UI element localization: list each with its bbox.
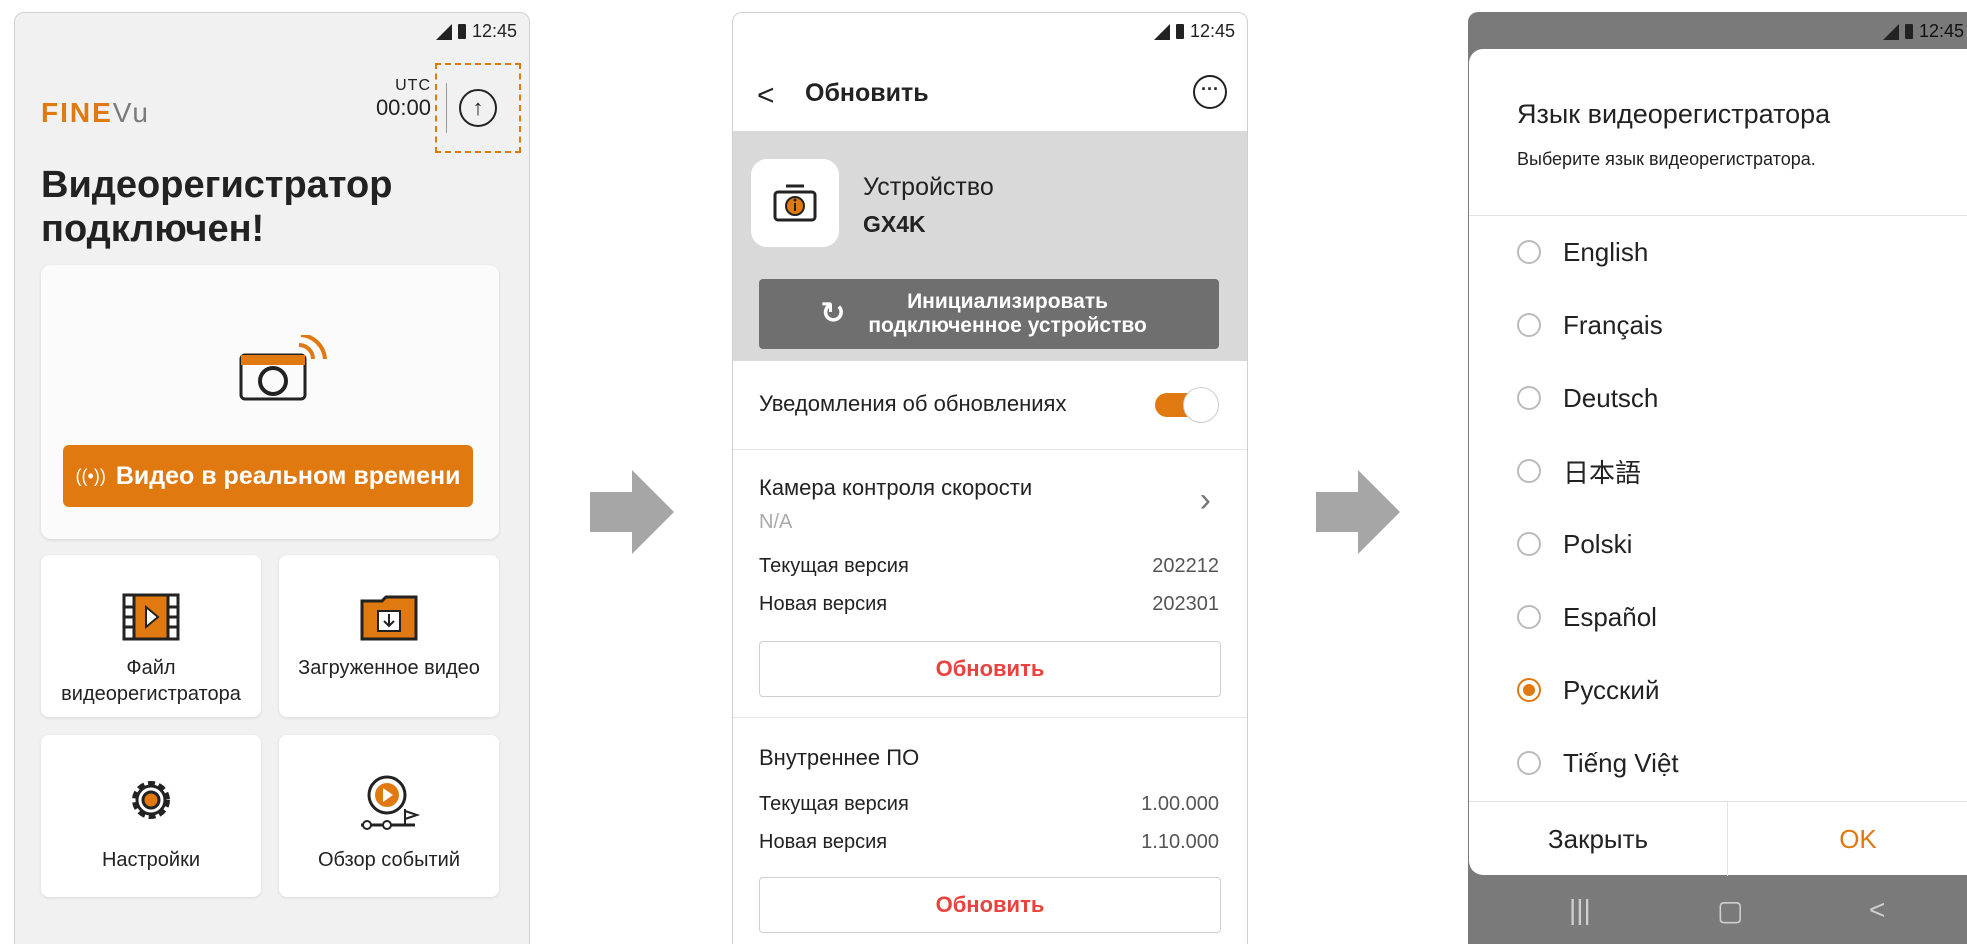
- back-chevron-icon[interactable]: <: [757, 79, 775, 113]
- language-option[interactable]: Español: [1517, 592, 1657, 642]
- chevron-right-icon[interactable]: ›: [1200, 481, 1211, 520]
- status-bar: 12:45: [1883, 21, 1964, 42]
- status-bar: 12:45: [1153, 21, 1235, 42]
- language-option[interactable]: Polski: [1517, 519, 1632, 569]
- battery-icon: [1175, 24, 1184, 39]
- signal-icon: [1153, 23, 1170, 40]
- new-version-row: Новая версия 202301: [759, 593, 1219, 615]
- current-version-row: Текущая версия 202212: [759, 555, 1219, 577]
- status-time: 12:45: [471, 21, 517, 41]
- divider: [1469, 215, 1967, 216]
- system-nav-bar: ||| ▢ <: [1469, 875, 1967, 944]
- dialog-title: Язык видеорегистратора: [1517, 99, 1831, 129]
- battery-icon: [1905, 24, 1913, 39]
- event-review-icon: [279, 773, 499, 830]
- film-icon: [41, 593, 261, 643]
- language-dialog-phone: 12:45 Язык видеорегистратора Выберите яз…: [1468, 12, 1967, 944]
- current-version-row: Текущая версия 1.00.000: [759, 793, 1219, 815]
- home-icon[interactable]: ▢: [1717, 894, 1743, 927]
- utc-label: UTC: [395, 77, 431, 94]
- live-video-card: ((•)) Видео в реальном времени: [41, 265, 499, 539]
- radio-button-selected[interactable]: [1517, 678, 1541, 702]
- language-option[interactable]: Tiếng Việt: [1517, 738, 1679, 788]
- language-option[interactable]: 日本語: [1517, 446, 1641, 496]
- live-video-button[interactable]: ((•)) Видео в реальном времени: [63, 445, 473, 507]
- status-time: 12:45: [1919, 21, 1965, 41]
- radio-button[interactable]: [1517, 459, 1541, 483]
- tile-settings[interactable]: Настройки: [41, 735, 261, 897]
- language-dialog: Язык видеорегистратора Выберите язык вид…: [1469, 49, 1967, 876]
- update-button[interactable]: Обновить: [759, 877, 1221, 933]
- tile-label: Настройки: [101, 849, 201, 871]
- upload-arrow-icon[interactable]: ↑: [459, 89, 497, 127]
- signal-icon: [435, 23, 452, 40]
- dashcam-info-icon: [751, 159, 839, 247]
- arrow-right-icon: [1316, 470, 1400, 554]
- notifications-toggle[interactable]: [1155, 387, 1219, 423]
- language-option[interactable]: Français: [1517, 300, 1663, 350]
- new-version-row: Новая версия 1.10.000: [759, 831, 1219, 853]
- initialize-label: Инициализировать подключенное устройство: [868, 290, 1147, 337]
- update-button[interactable]: Обновить: [759, 641, 1221, 697]
- radio-button[interactable]: [1517, 240, 1541, 264]
- firmware-section: Внутреннее ПО Текущая версия 1.00.000 Нов…: [733, 717, 1247, 944]
- utc-time: 00:00: [375, 95, 431, 120]
- initialize-device-button[interactable]: ↻ Инициализировать подключенное устройст…: [759, 279, 1219, 349]
- camera-wifi-icon: [239, 333, 327, 410]
- radio-button[interactable]: [1517, 605, 1541, 629]
- back-icon[interactable]: <: [1869, 894, 1885, 926]
- update-notifications-row: Уведомления об обновлениях: [733, 361, 1247, 450]
- section-status: N/A: [759, 511, 793, 533]
- app-bar: < Обновить ···: [733, 57, 1247, 127]
- device-model: GX4K: [863, 211, 926, 237]
- download-folder-icon: [279, 593, 499, 643]
- tile-label: Загруженное видео: [298, 657, 480, 679]
- tile-downloaded-video[interactable]: Загруженное видео: [279, 555, 499, 717]
- notifications-label: Уведомления об обновлениях: [759, 391, 1067, 416]
- dialog-subtitle: Выберите язык видеорегистратора.: [1517, 149, 1816, 169]
- device-label: Устройство: [863, 173, 994, 201]
- update-screen-phone: 12:45 < Обновить ··· Устройство GX4K ↻ И…: [732, 12, 1248, 944]
- section-name: Камера контроля скорости: [759, 475, 1033, 500]
- close-button[interactable]: Закрыть: [1469, 802, 1728, 876]
- speed-camera-section: Камера контроля скорости N/A › Текущая в…: [733, 449, 1247, 718]
- gear-icon: [41, 773, 261, 823]
- tile-label: Обзор событий: [317, 849, 460, 871]
- language-option[interactable]: Deutsch: [1517, 373, 1658, 423]
- finevu-logo: FINEVu: [41, 97, 150, 128]
- device-panel: Устройство GX4K ↻ Инициализировать подкл…: [733, 131, 1247, 361]
- update-button-highlight[interactable]: ↑: [435, 63, 521, 153]
- radio-button[interactable]: [1517, 751, 1541, 775]
- tile-label: Файл видеорегистратора: [61, 657, 241, 705]
- section-name: Внутреннее ПО: [759, 745, 920, 770]
- live-video-label: Видео в реальном времени: [115, 461, 461, 490]
- connected-title: Видеорегистратор подключен!: [41, 164, 393, 250]
- refresh-icon: ↻: [820, 297, 846, 330]
- arrow-right-icon: [590, 470, 674, 554]
- radio-button[interactable]: [1517, 532, 1541, 556]
- radio-button[interactable]: [1517, 313, 1541, 337]
- tile-event-review[interactable]: Обзор событий: [279, 735, 499, 897]
- status-time: 12:45: [1189, 21, 1235, 41]
- home-screen-phone: 12:45 FINEVu UTC 00:00 ↑ Видеорегистрато…: [14, 12, 530, 944]
- more-options-icon[interactable]: ···: [1193, 75, 1227, 109]
- status-bar: 12:45: [435, 21, 517, 42]
- battery-icon: [457, 24, 466, 39]
- language-option[interactable]: English: [1517, 227, 1648, 277]
- recent-apps-icon[interactable]: |||: [1569, 894, 1591, 926]
- broadcast-icon: ((•)): [75, 465, 106, 486]
- language-option-selected[interactable]: Русский: [1517, 665, 1659, 715]
- tile-dashcam-files[interactable]: Файл видеорегистратора: [41, 555, 261, 717]
- ok-button[interactable]: OK: [1727, 802, 1967, 876]
- utc-clock: UTC 00:00: [376, 77, 431, 121]
- dialog-footer: Закрыть OK: [1469, 801, 1967, 876]
- radio-button[interactable]: [1517, 386, 1541, 410]
- signal-icon: [1883, 23, 1899, 40]
- page-title: Обновить: [805, 79, 929, 107]
